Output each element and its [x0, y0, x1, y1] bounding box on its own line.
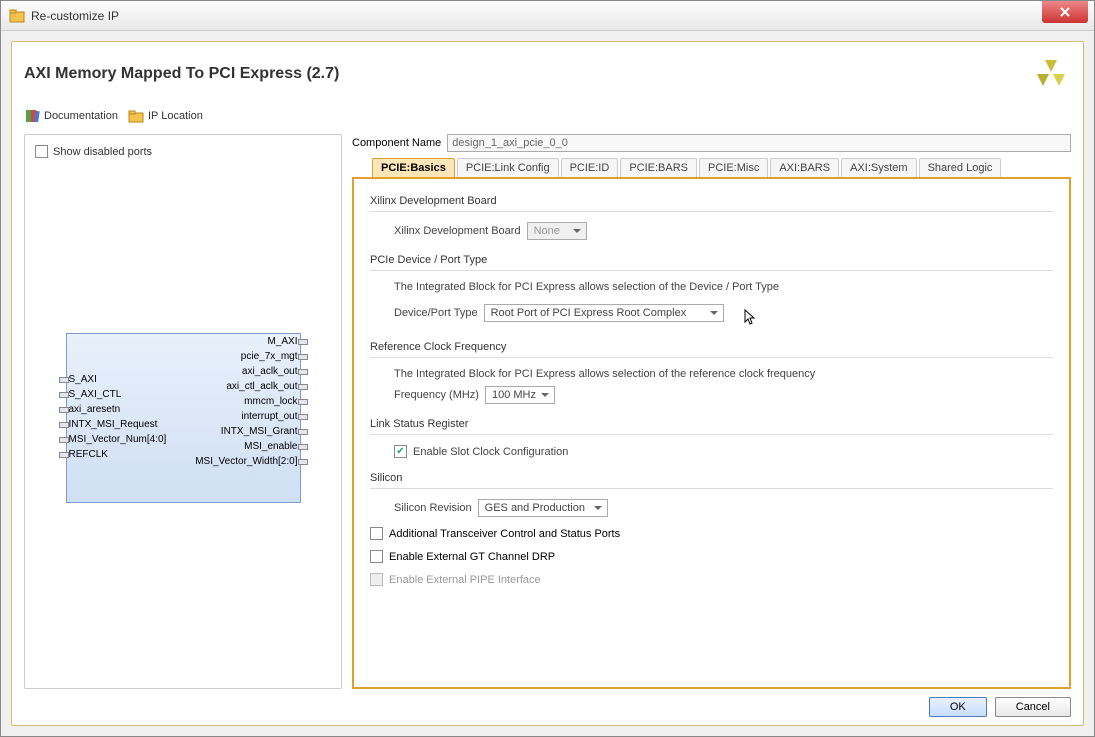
- close-button[interactable]: [1042, 1, 1088, 23]
- port: INTX_MSI_Grant: [195, 426, 297, 437]
- component-name-row: Component Name: [352, 134, 1071, 152]
- tab-content: Xilinx Development Board Xilinx Developm…: [352, 177, 1071, 689]
- checkbox-icon: [35, 145, 48, 158]
- ip-location-label: IP Location: [148, 110, 203, 122]
- port: REFCLK: [69, 449, 167, 460]
- tab-pcie-id[interactable]: PCIE:ID: [561, 158, 619, 177]
- frequency-label: Frequency (MHz): [394, 389, 479, 401]
- right-panel: Component Name PCIE:Basics PCIE:Link Con…: [352, 134, 1071, 689]
- port: S_AXI: [69, 374, 167, 385]
- window-title: Re-customize IP: [31, 9, 1042, 23]
- port-type-label: Device/Port Type: [394, 307, 478, 319]
- documentation-label: Documentation: [44, 110, 118, 122]
- close-icon: [1059, 6, 1071, 18]
- divider: [370, 434, 1053, 435]
- port-type-select[interactable]: Root Port of PCI Express Root Complex: [484, 304, 724, 322]
- tab-pcie-link-config[interactable]: PCIE:Link Config: [457, 158, 559, 177]
- ext-gt-drp-checkbox[interactable]: Enable External GT Channel DRP: [370, 550, 1053, 563]
- tab-axi-system[interactable]: AXI:System: [841, 158, 916, 177]
- ext-gt-drp-label: Enable External GT Channel DRP: [389, 551, 555, 563]
- section-silicon-title: Silicon: [370, 472, 1053, 484]
- recustomize-ip-window: Re-customize IP AXI Memory Mapped To PCI…: [0, 0, 1095, 737]
- port: M_AXI: [195, 336, 297, 347]
- ext-pipe-label: Enable External PIPE Interface: [389, 574, 541, 586]
- port: mmcm_lock: [195, 396, 297, 407]
- port: INTX_MSI_Request: [69, 419, 167, 430]
- tab-pcie-misc[interactable]: PCIE:Misc: [699, 158, 768, 177]
- book-icon: [24, 108, 40, 124]
- addl-transceiver-label: Additional Transceiver Control and Statu…: [389, 528, 620, 540]
- port: axi_ctl_aclk_out: [195, 381, 297, 392]
- port: MSI_enable: [195, 441, 297, 452]
- port: MSI_Vector_Width[2:0]: [195, 456, 297, 467]
- vivado-logo-icon: [1031, 54, 1071, 94]
- silicon-rev-label: Silicon Revision: [394, 502, 472, 514]
- tab-pcie-basics[interactable]: PCIE:Basics: [372, 158, 455, 177]
- tab-bar: PCIE:Basics PCIE:Link Config PCIE:ID PCI…: [352, 158, 1071, 177]
- cancel-button[interactable]: Cancel: [995, 697, 1071, 717]
- ip-location-link[interactable]: IP Location: [128, 108, 203, 124]
- documentation-link[interactable]: Documentation: [24, 108, 118, 124]
- refclk-desc: The Integrated Block for PCI Express all…: [394, 368, 1053, 380]
- folder-icon: [128, 108, 144, 124]
- component-name-label: Component Name: [352, 137, 441, 149]
- port: axi_aclk_out: [195, 366, 297, 377]
- ok-button[interactable]: OK: [929, 697, 987, 717]
- slot-clock-label: Enable Slot Clock Configuration: [413, 446, 568, 458]
- show-disabled-ports-checkbox[interactable]: Show disabled ports: [35, 145, 331, 158]
- divider: [370, 211, 1053, 212]
- component-name-field[interactable]: [447, 134, 1071, 152]
- section-port-type-title: PCIe Device / Port Type: [370, 254, 1053, 266]
- tab-pcie-bars[interactable]: PCIE:BARS: [620, 158, 697, 177]
- input-ports: S_AXI S_AXI_CTL axi_aresetn INTX_MSI_Req…: [69, 374, 167, 460]
- show-disabled-ports-label: Show disabled ports: [53, 146, 152, 158]
- port: interrupt_out: [195, 411, 297, 422]
- port: S_AXI_CTL: [69, 389, 167, 400]
- titlebar: Re-customize IP: [1, 1, 1094, 31]
- header: AXI Memory Mapped To PCI Express (2.7): [20, 50, 1075, 106]
- section-refclk-title: Reference Clock Frequency: [370, 341, 1053, 353]
- page-title: AXI Memory Mapped To PCI Express (2.7): [24, 65, 1031, 83]
- checkbox-icon: [370, 550, 383, 563]
- cursor-icon: [744, 309, 758, 327]
- dev-board-label: Xilinx Development Board: [394, 225, 521, 237]
- checkbox-disabled-icon: [370, 573, 383, 586]
- slot-clock-checkbox[interactable]: ✔ Enable Slot Clock Configuration: [394, 445, 1053, 458]
- checkbox-checked-icon: ✔: [394, 445, 407, 458]
- dev-board-select[interactable]: None: [527, 222, 587, 240]
- content-pane: AXI Memory Mapped To PCI Express (2.7) D…: [11, 41, 1084, 726]
- divider: [370, 488, 1053, 489]
- footer: OK Cancel: [20, 689, 1075, 717]
- frequency-select[interactable]: 100 MHz: [485, 386, 555, 404]
- section-dev-board-title: Xilinx Development Board: [370, 195, 1053, 207]
- port-type-desc: The Integrated Block for PCI Express all…: [394, 281, 1053, 293]
- port: axi_aresetn: [69, 404, 167, 415]
- silicon-rev-select[interactable]: GES and Production: [478, 499, 608, 517]
- ip-block: S_AXI S_AXI_CTL axi_aresetn INTX_MSI_Req…: [66, 333, 301, 503]
- divider: [370, 270, 1053, 271]
- port: pcie_7x_mgt: [195, 351, 297, 362]
- toolbar: Documentation IP Location: [20, 106, 1075, 134]
- tab-shared-logic[interactable]: Shared Logic: [919, 158, 1002, 177]
- addl-transceiver-checkbox[interactable]: Additional Transceiver Control and Statu…: [370, 527, 1053, 540]
- main-area: Show disabled ports S_AXI S_AXI_CTL axi_…: [20, 134, 1075, 689]
- divider: [370, 357, 1053, 358]
- app-icon: [9, 8, 25, 24]
- output-ports: M_AXI pcie_7x_mgt axi_aclk_out axi_ctl_a…: [195, 336, 297, 467]
- tab-axi-bars[interactable]: AXI:BARS: [770, 158, 839, 177]
- port: MSI_Vector_Num[4:0]: [69, 434, 167, 445]
- left-panel: Show disabled ports S_AXI S_AXI_CTL axi_…: [24, 134, 342, 689]
- block-diagram: S_AXI S_AXI_CTL axi_aresetn INTX_MSI_Req…: [35, 158, 331, 678]
- ext-pipe-checkbox: Enable External PIPE Interface: [370, 573, 1053, 586]
- section-link-status-title: Link Status Register: [370, 418, 1053, 430]
- checkbox-icon: [370, 527, 383, 540]
